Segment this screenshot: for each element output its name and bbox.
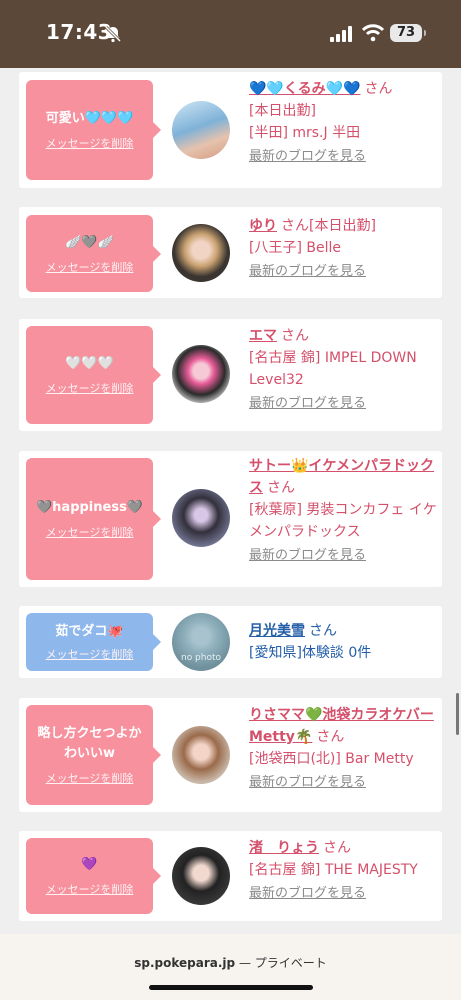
profile-info: サトー👑イケメンパラドックス さん [秋葉原] 男装コンカフェ イケメンパラドック… <box>249 455 439 567</box>
message-bubble: 🪽🩶🪽 メッセージを削除 <box>26 215 161 292</box>
honorific: さん <box>316 729 345 745</box>
avatar[interactable] <box>172 726 230 784</box>
avatar[interactable] <box>172 489 230 547</box>
girl-name-link[interactable]: エマ <box>249 328 277 344</box>
profile-info: ゆり さん[本日出勤] [八王子] Belle 最新のブログを見る <box>249 215 439 283</box>
battery-indicator: 73 <box>390 24 426 42</box>
silent-bell-icon <box>104 25 122 43</box>
latest-blog-link[interactable]: 最新のブログを見る <box>249 883 366 905</box>
no-photo-avatar[interactable]: no photo <box>172 613 230 671</box>
message-text: 可愛い🩵🩵🩵 <box>45 111 134 126</box>
url-display: sp.pokepara.jp — プライベート <box>134 954 327 971</box>
message-bubble: 🤍🤍🤍 メッセージを削除 <box>26 326 161 424</box>
latest-blog-link[interactable]: 最新のブログを見る <box>249 261 366 283</box>
latest-blog-link[interactable]: 最新のブログを見る <box>249 545 366 567</box>
delete-message-link[interactable]: メッセージを削除 <box>46 524 134 540</box>
scrollbar[interactable] <box>456 693 459 735</box>
avatar[interactable] <box>172 847 230 905</box>
info-line: [八王子] Belle <box>249 240 341 256</box>
delete-message-link[interactable]: メッセージを削除 <box>46 770 134 786</box>
avatar[interactable] <box>172 224 230 282</box>
list-item: 🪽🩶🪽 メッセージを削除 ゆり さん[本日出勤] [八王子] Belle 最新のブ… <box>19 207 442 298</box>
message-bubble: 可愛い🩵🩵🩵 メッセージを削除 <box>26 80 161 180</box>
girl-name-link[interactable]: ゆり <box>249 218 277 234</box>
avatar[interactable] <box>172 101 230 159</box>
honorific: さん <box>267 480 295 496</box>
cellular-signal-icon <box>330 26 352 42</box>
list-item: 🤍🤍🤍 メッセージを削除 エマ さん [名古屋 錦] IMPEL DOWN Lev… <box>19 319 442 431</box>
url-domain: sp.pokepara.jp <box>134 956 236 970</box>
avatar[interactable] <box>172 345 230 403</box>
girl-name-link[interactable]: 月光美雪 <box>249 623 305 639</box>
message-text: 🪽🩶🪽 <box>65 234 114 250</box>
list-item: 💜 メッセージを削除 渚 りょう さん [名古屋 錦] THE MAJESTY 最… <box>19 831 442 921</box>
delete-message-link[interactable]: メッセージを削除 <box>46 646 134 662</box>
info-line: [秋葉原] 男装コンカフェ イケメンパラドックス <box>249 502 437 540</box>
delete-message-link[interactable]: メッセージを削除 <box>46 259 134 275</box>
latest-blog-link[interactable]: 最新のブログを見る <box>249 393 366 415</box>
clock: 17:43 <box>46 20 113 44</box>
girl-name-link[interactable]: 💙🩵くるみ🩵💙 <box>249 81 360 97</box>
message-bubble: 略し方クセつよかわいいw メッセージを削除 <box>26 705 161 805</box>
latest-blog-link[interactable]: 最新のブログを見る <box>249 772 366 794</box>
girl-name-link[interactable]: 渚 りょう <box>249 840 319 856</box>
message-bubble: 🩶happiness🩶 メッセージを削除 <box>26 458 161 580</box>
honorific: さん <box>281 328 309 344</box>
profile-info: エマ さん [名古屋 錦] IMPEL DOWN Level32 最新のブログを見… <box>249 325 439 415</box>
message-bubble: 💜 メッセージを削除 <box>26 838 161 914</box>
wifi-icon <box>362 24 384 42</box>
message-bubble: 茹でダコ🐙 メッセージを削除 <box>26 613 161 671</box>
info-line: [本日出勤] <box>249 103 316 119</box>
list-item: 可愛い🩵🩵🩵 メッセージを削除 💙🩵くるみ🩵💙 さん [本日出勤] [半田] mr… <box>19 72 442 188</box>
delete-message-link[interactable]: メッセージを削除 <box>46 380 134 396</box>
home-indicator[interactable] <box>149 985 313 990</box>
favorites-list[interactable]: 可愛い🩵🩵🩵 メッセージを削除 💙🩵くるみ🩵💙 さん [本日出勤] [半田] mr… <box>0 68 461 934</box>
message-text: 💜 <box>81 857 98 872</box>
delete-message-link[interactable]: メッセージを削除 <box>46 135 134 151</box>
info-line: [愛知県]体験談 0件 <box>249 645 372 661</box>
info-line: [名古屋 錦] THE MAJESTY <box>249 862 418 878</box>
list-item: 🩶happiness🩶 メッセージを削除 サトー👑イケメンパラドックス さん [秋… <box>19 451 442 587</box>
profile-info: 💙🩵くるみ🩵💙 さん [本日出勤] [半田] mrs.J 半田 最新のブログを見る <box>249 78 439 168</box>
profile-info: 月光美雪 さん [愛知県]体験談 0件 <box>249 620 439 664</box>
honorific: さん <box>323 840 351 856</box>
delete-message-link[interactable]: メッセージを削除 <box>46 881 134 897</box>
honorific: さん <box>309 623 337 639</box>
message-text: 🤍🤍🤍 <box>65 356 114 371</box>
list-item: 略し方クセつよかわいいw メッセージを削除 りさママ💚池袋カラオケバーMetty… <box>19 698 442 812</box>
private-label: — プライベート <box>235 956 327 970</box>
profile-info: りさママ💚池袋カラオケバーMetty🌴 さん [池袋西口(北)] Bar Mett… <box>249 704 439 794</box>
info-line: [半田] mrs.J 半田 <box>249 125 361 141</box>
info-line: [池袋西口(北)] Bar Metty <box>249 751 414 767</box>
latest-blog-link[interactable]: 最新のブログを見る <box>249 146 366 168</box>
info-line: [名古屋 錦] IMPEL DOWN Level32 <box>249 350 417 388</box>
message-text: 略し方クセつよかわいいw <box>37 726 142 761</box>
address-bar[interactable]: sp.pokepara.jp — プライベート <box>0 934 461 1000</box>
status-bar: 17:43 73 <box>0 0 461 68</box>
honorific: さん[本日出勤] <box>281 218 376 234</box>
honorific: さん <box>364 81 393 97</box>
message-text: 茹でダコ🐙 <box>55 624 124 639</box>
message-text: 🩶happiness🩶 <box>35 500 143 515</box>
list-item: 茹でダコ🐙 メッセージを削除 no photo 月光美雪 さん [愛知県]体験談 … <box>19 606 442 678</box>
no-photo-label: no photo <box>180 653 222 663</box>
profile-info: 渚 りょう さん [名古屋 錦] THE MAJESTY 最新のブログを見る <box>249 837 439 905</box>
